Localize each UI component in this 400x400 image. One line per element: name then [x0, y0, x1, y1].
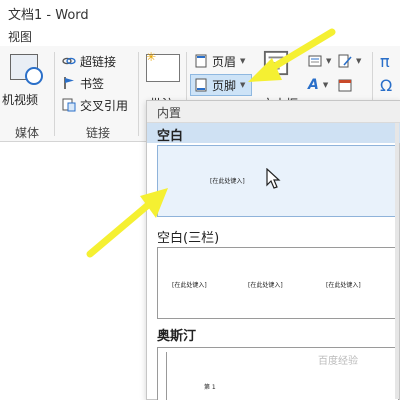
- gallery-header: 内置: [147, 101, 400, 123]
- calendar-icon: [338, 79, 352, 92]
- group-divider: [54, 52, 55, 136]
- placeholder-text-center: [在此处键入]: [248, 282, 283, 289]
- symbol-button[interactable]: Ω: [380, 75, 393, 95]
- chain-link-icon: [62, 57, 76, 65]
- footer-page-icon: [195, 78, 207, 92]
- chevron-down-icon: ▼: [326, 57, 332, 65]
- austin-border-line: [166, 352, 167, 400]
- section-label-blank-three-column: 空白(三栏): [157, 231, 220, 246]
- footer-option-austin[interactable]: 第 1: [157, 347, 399, 400]
- footer-label: 页脚: [212, 78, 237, 93]
- watermark: 百度经验: [318, 356, 358, 367]
- links-group-label: 链接: [85, 126, 110, 140]
- online-video-button[interactable]: 机视频: [2, 90, 38, 108]
- tab-view[interactable]: 视图: [8, 30, 32, 44]
- title-bar: 文档1 - Word: [0, 0, 400, 26]
- bookmark-label: 书签: [80, 76, 105, 91]
- media-group-label: 媒体: [14, 126, 39, 140]
- gallery-scrollbar[interactable]: [395, 123, 399, 399]
- chevron-down-icon: ▼: [356, 57, 362, 65]
- bookmark-button[interactable]: 书签: [62, 74, 104, 92]
- date-time-button[interactable]: [338, 76, 352, 94]
- window-title: 文档1 - Word: [8, 8, 89, 23]
- flag-icon: [64, 77, 74, 89]
- omega-icon: Ω: [380, 75, 393, 95]
- mouse-cursor-icon: [266, 168, 281, 189]
- placeholder-text: [在此处键入]: [210, 178, 245, 185]
- left-panel: [0, 142, 146, 400]
- hyperlink-label: 超链接: [80, 54, 117, 69]
- cross-reference-button[interactable]: 交叉引用: [62, 96, 128, 114]
- wordart-icon: A: [308, 77, 319, 93]
- placeholder-text-left: [在此处键入]: [172, 282, 207, 289]
- footer-option-blank-three-column[interactable]: [在此处键入] [在此处键入] [在此处键入]: [157, 247, 399, 319]
- section-label-blank: 空白: [157, 129, 184, 144]
- textbox-icon-wrap[interactable]: [262, 50, 290, 76]
- new-comment-star-icon: ✳: [146, 50, 157, 64]
- textbox-icon: [263, 50, 289, 76]
- placeholder-text-right: [在此处键入]: [326, 282, 361, 289]
- chevron-down-icon: ▼: [322, 81, 329, 89]
- chevron-down-icon: ▼: [240, 81, 246, 89]
- online-video-label: 机视频: [2, 92, 39, 107]
- footer-gallery-dropdown: 内置 空白 [在此处键入] 空白(三栏) [在此处键入] [在此处键入] [在此…: [146, 100, 400, 400]
- header-page-icon: [195, 54, 207, 68]
- signature-icon: [338, 54, 352, 68]
- group-divider: [138, 52, 139, 136]
- page-number-text: 第 1: [204, 384, 216, 391]
- cross-reference-icon: [62, 98, 76, 112]
- section-label-austin: 奥斯汀: [157, 329, 197, 344]
- equation-button[interactable]: π: [380, 51, 390, 71]
- signature-line-button[interactable]: ▼: [338, 52, 361, 70]
- quick-parts-button[interactable]: ▼: [308, 52, 331, 70]
- menu-bar: 视图: [0, 26, 400, 46]
- footer-option-blank[interactable]: [在此处键入]: [157, 145, 399, 217]
- pi-icon: π: [380, 51, 390, 71]
- section-highlight: [147, 123, 400, 143]
- chevron-down-icon: ▼: [240, 57, 246, 65]
- hyperlink-button[interactable]: 超链接: [62, 52, 116, 70]
- header-label: 页眉: [212, 54, 237, 69]
- footer-button[interactable]: 页脚 ▼: [194, 76, 245, 94]
- header-button[interactable]: 页眉 ▼: [194, 52, 245, 70]
- quick-parts-icon: [308, 55, 322, 67]
- wordart-button[interactable]: A ▼: [308, 76, 328, 94]
- cross-reference-label: 交叉引用: [80, 98, 129, 113]
- online-video-icon[interactable]: [10, 54, 43, 85]
